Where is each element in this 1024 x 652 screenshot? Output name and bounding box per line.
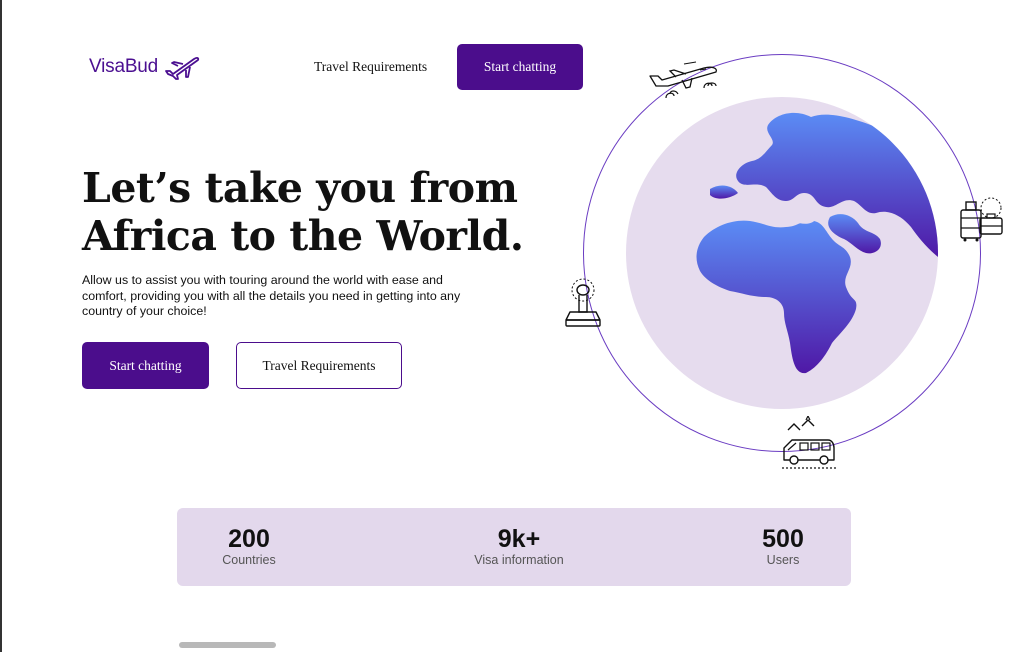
stat-label: Users	[766, 553, 800, 567]
stat-visa-information: 9k+ Visa information	[449, 524, 589, 568]
airplane-icon	[649, 61, 718, 99]
stats-bar: 200 Countries 9k+ Visa information 500 U…	[177, 508, 851, 586]
hero-title-line1: Let’s take you from	[82, 164, 518, 212]
nav-travel-requirements[interactable]: Travel Requirements	[314, 59, 427, 75]
brand-logo[interactable]: VisaBud	[89, 54, 200, 80]
hero-title: Let’s take you from Africa to the World.	[82, 164, 562, 260]
van-icon	[782, 416, 836, 469]
hero-subtitle: Allow us to assist you with touring arou…	[82, 273, 461, 318]
window-edge	[0, 0, 2, 652]
stamp-icon	[565, 278, 601, 327]
hero-title-line2: Africa to the World.	[82, 212, 524, 260]
logo-text: VisaBud	[89, 56, 159, 77]
horizontal-scrollbar[interactable]	[179, 642, 276, 648]
stat-countries: 200 Countries	[179, 524, 319, 568]
stat-label: Visa information	[474, 553, 564, 567]
globe-illustration	[626, 97, 938, 409]
luggage-icon	[960, 197, 1003, 242]
stat-value: 9k+	[497, 525, 541, 553]
stat-label: Countries	[222, 553, 276, 567]
travel-requirements-button[interactable]: Travel Requirements	[236, 342, 402, 389]
nav-start-chatting-button[interactable]: Start chatting	[457, 44, 583, 90]
stat-users: 500 Users	[713, 524, 853, 568]
logo-plane-icon	[165, 57, 200, 80]
stat-value: 200	[228, 525, 270, 553]
stat-value: 500	[762, 525, 804, 553]
start-chatting-button[interactable]: Start chatting	[82, 342, 209, 389]
